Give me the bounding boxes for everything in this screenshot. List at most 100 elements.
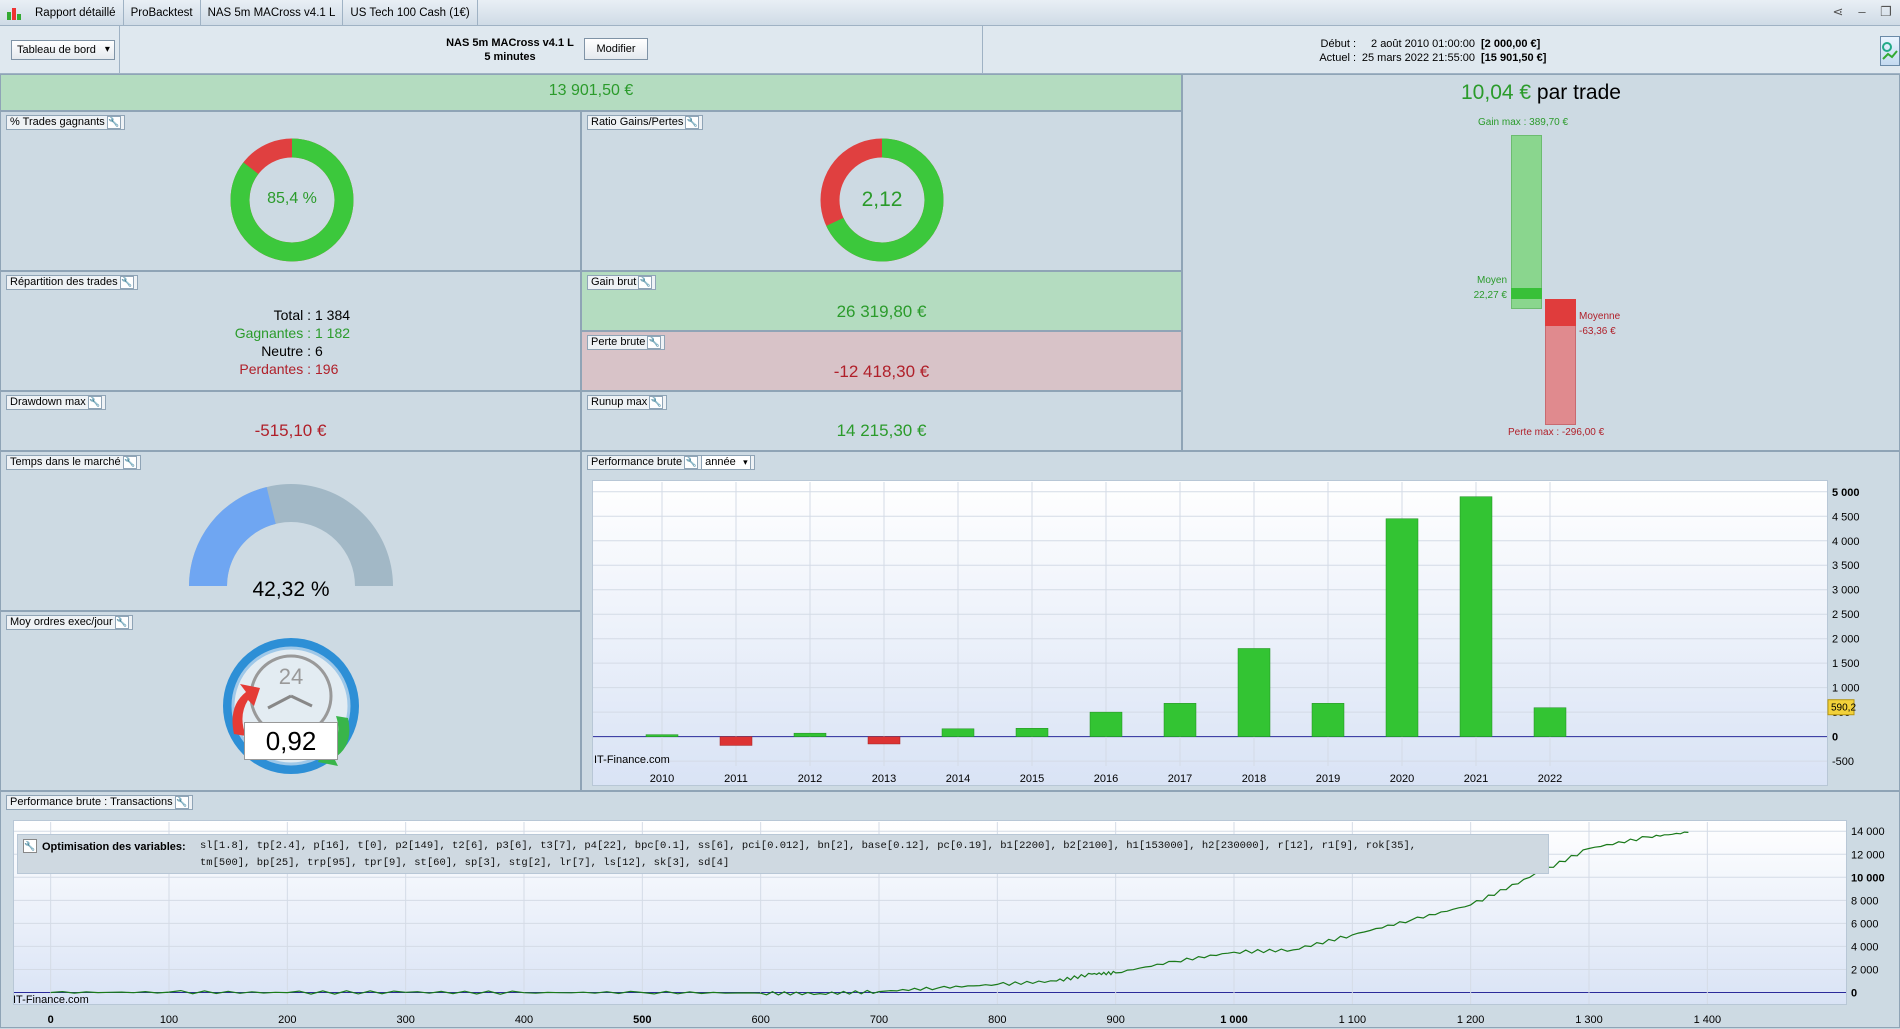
y-tick-label: 12 000: [1851, 849, 1885, 861]
optimization-box: 🔧 Optimisation des variables: sl[1.8], t…: [17, 834, 1549, 874]
bar-2022[interactable]: [1533, 707, 1567, 737]
y-tick-label: 0: [1832, 732, 1838, 744]
wrench-icon[interactable]: 🔧: [638, 276, 653, 289]
strategy-title: NAS 5m MACross v4.1 L 5 minutes: [430, 36, 590, 64]
x-tick-label: 300: [396, 1014, 414, 1026]
y-tick-label: 0: [1851, 987, 1857, 999]
wrench-icon[interactable]: 🔧: [685, 116, 700, 129]
wrench-icon[interactable]: 🔧: [114, 616, 129, 629]
ratio-panel: Ratio Gains/Pertes 🔧 2,12: [581, 111, 1182, 271]
orders-title: Moy ordres exec/jour 🔧: [6, 615, 133, 630]
y-tick-label: 4 000: [1851, 941, 1879, 953]
per-trade-heading: 10,04 € par trade: [1183, 81, 1899, 105]
start-capital: [2 000,00 €]: [1481, 38, 1541, 50]
x-tick-label: 2011: [724, 773, 748, 785]
winners-label: Gagnantes :: [234, 325, 311, 341]
x-tick-label: 600: [751, 1014, 769, 1026]
bar-2012[interactable]: [793, 732, 827, 737]
wrench-icon[interactable]: 🔧: [649, 396, 664, 409]
perf-trades-chart: 14 000 12 000 10 000 8 000 6 000 4 000 2 000 0 0…: [14, 822, 1885, 1026]
bar-2018[interactable]: [1237, 648, 1271, 737]
y-tick-label: 3 000: [1832, 585, 1860, 597]
dashboard-dropdown[interactable]: Tableau de bord: [11, 40, 115, 60]
current-value-label: 590,2: [1831, 703, 1856, 714]
x-tick-label: 2014: [946, 773, 970, 785]
bar-2019[interactable]: [1311, 703, 1345, 737]
tab-probacktest[interactable]: ProBacktest: [124, 0, 201, 26]
x-tick-label: 1 300: [1575, 1014, 1603, 1026]
x-tick-label: 2015: [1020, 773, 1044, 785]
bar-2014[interactable]: [941, 728, 975, 737]
y-tick-label: 8 000: [1851, 895, 1879, 907]
loss-max-label: Perte max : -296,00 €: [1508, 427, 1605, 438]
bar-2011[interactable]: [719, 736, 753, 746]
x-tick-label: 900: [1106, 1014, 1124, 1026]
drawdown-title: Drawdown max 🔧: [6, 395, 106, 410]
tab-strategy[interactable]: NAS 5m MACross v4.1 L: [201, 0, 344, 26]
gross-gain-panel: Gain brut 🔧 26 319,80 €: [581, 271, 1182, 331]
avg-win-label: Moyen: [1476, 275, 1507, 286]
x-tick-label: 0: [48, 1014, 54, 1026]
end-date: 25 mars 2022 21:55:00: [1361, 52, 1475, 64]
repartition-panel: Répartition des trades 🔧 Total :1 384 Gag…: [0, 271, 581, 391]
modify-button[interactable]: Modifier: [584, 38, 648, 60]
x-tick-label: 200: [278, 1014, 296, 1026]
avg-win-value: 22,27 €: [1473, 290, 1507, 301]
net-gain-value: 13 901,50 €: [548, 82, 634, 99]
chart-report-icon[interactable]: [1880, 36, 1900, 66]
x-tick-label: 800: [988, 1014, 1006, 1026]
x-tick-label: 2012: [798, 773, 822, 785]
x-tick-label: 2017: [1168, 773, 1192, 785]
losers-label: Perdantes :: [239, 361, 311, 377]
y-tick-label: 2 500: [1832, 609, 1860, 621]
bar-2013[interactable]: [867, 736, 901, 745]
x-tick-label: 500: [633, 1014, 651, 1026]
x-tick-label: 2020: [1390, 773, 1414, 785]
runup-title: Runup max 🔧: [587, 395, 668, 410]
win-pct-value: 85,4 %: [267, 190, 317, 207]
optimization-line-2: tm[500], bp[25], trp[95], tpr[9], st[60]…: [200, 857, 730, 869]
bar-2021[interactable]: [1459, 496, 1493, 737]
bar-2017[interactable]: [1163, 703, 1197, 737]
gross-gain-title: Gain brut 🔧: [587, 275, 657, 290]
total-value: 1 384: [315, 307, 351, 323]
bar-2015[interactable]: [1015, 728, 1049, 737]
x-tick-label: 2016: [1094, 773, 1118, 785]
wrench-icon[interactable]: 🔧: [119, 276, 134, 289]
wrench-icon[interactable]: 🔧: [647, 336, 662, 349]
gain-max-bar: [1511, 135, 1542, 309]
window-tab-bar: Rapport détaillé ProBacktest NAS 5m MACr…: [0, 0, 1900, 26]
gross-gain-value: 26 319,80 €: [836, 302, 927, 321]
bar-2016[interactable]: [1089, 711, 1123, 737]
x-tick-label: 2021: [1464, 773, 1488, 785]
repartition-title: Répartition des trades 🔧: [6, 275, 138, 290]
wrench-icon[interactable]: 🔧: [87, 396, 102, 409]
perf-trades-watermark: IT-Finance.com: [13, 994, 89, 1006]
bar-2010[interactable]: [645, 734, 679, 737]
x-tick-label: 2018: [1242, 773, 1266, 785]
perf-year-panel: Performance brute🔧 année 5 0004 5004 000…: [581, 451, 1900, 791]
x-tick-label: 1 000: [1220, 1014, 1248, 1026]
backtest-dates: Début : 2 août 2010 01:00:00 [2 000,00 €…: [1308, 37, 1546, 65]
y-tick-label: 4 000: [1832, 536, 1860, 548]
start-date: 2 août 2010 01:00:00: [1371, 38, 1475, 50]
wrench-icon[interactable]: 🔧: [106, 116, 121, 129]
gross-loss-panel: Perte brute 🔧 -12 418,30 €: [581, 331, 1182, 391]
y-tick-label: 1 000: [1832, 683, 1860, 695]
x-tick-label: 2022: [1538, 773, 1562, 785]
optimization-line-1: sl[1.8], tp[2.4], p[16], t[0], p2[149], …: [200, 840, 1417, 852]
y-tick-label: 2 000: [1851, 964, 1879, 976]
minimize-icon[interactable]: –: [1854, 4, 1870, 20]
tab-instrument[interactable]: US Tech 100 Cash (1€): [343, 0, 478, 26]
report-header: Tableau de bord NAS 5m MACross v4.1 L 5 …: [0, 26, 1900, 74]
bar-2020[interactable]: [1385, 518, 1419, 737]
y-tick-label: 14 000: [1851, 826, 1885, 838]
gross-loss-title: Perte brute 🔧: [587, 335, 666, 350]
restore-icon[interactable]: ❐: [1878, 4, 1894, 20]
y-tick-label: 1 500: [1832, 658, 1860, 670]
tab-rapport-detaille[interactable]: Rapport détaillé: [28, 0, 124, 26]
share-icon[interactable]: ⋖: [1830, 4, 1846, 20]
wrench-icon[interactable]: 🔧: [122, 456, 137, 469]
optimization-wrench-icon[interactable]: 🔧: [23, 839, 37, 853]
end-label: Actuel :: [1319, 52, 1356, 64]
